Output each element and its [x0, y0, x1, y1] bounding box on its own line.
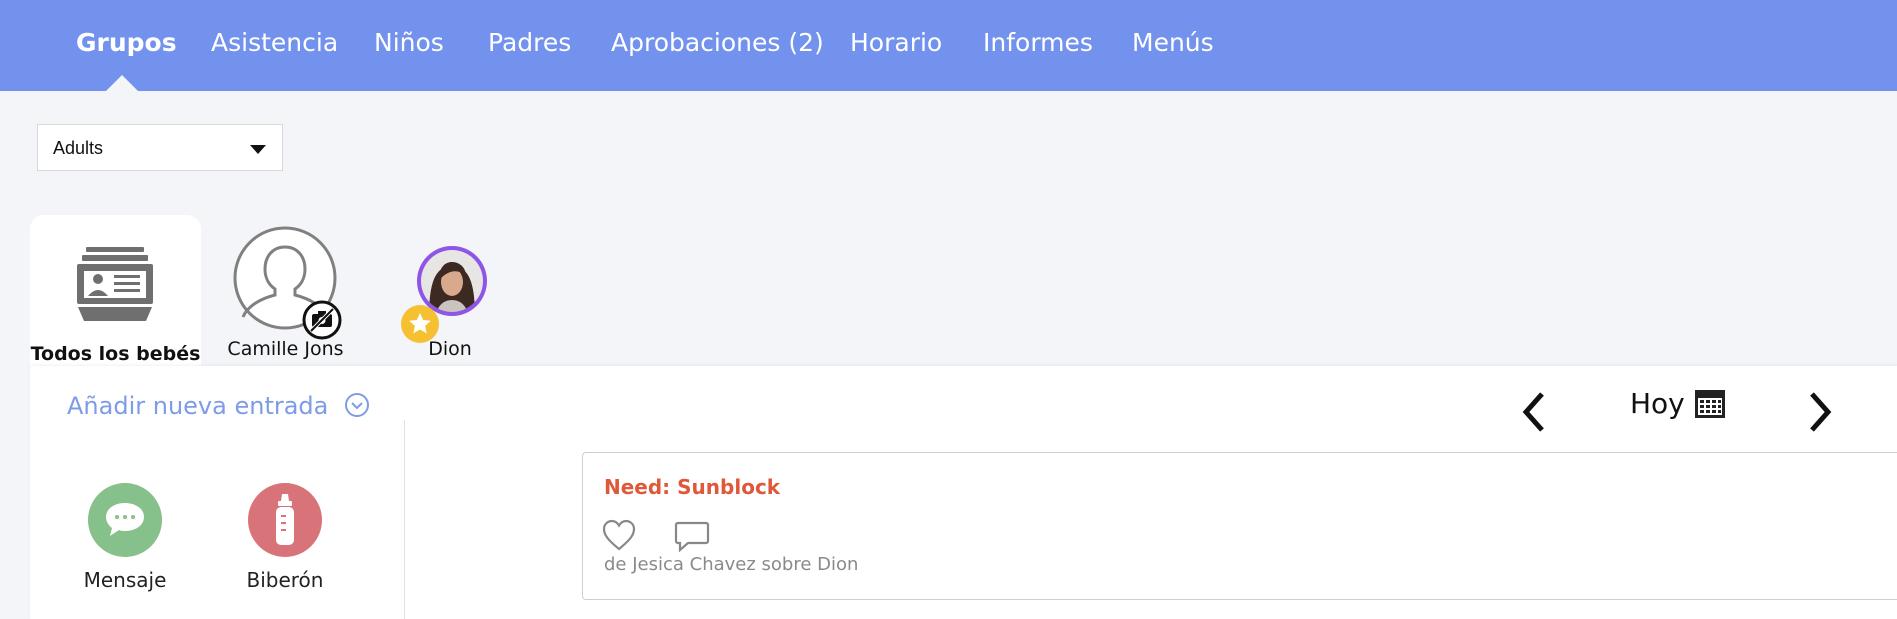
nav-tab-asistencia[interactable]: Asistencia [211, 28, 338, 57]
comment-bubble-icon[interactable] [674, 521, 710, 553]
nav-tab-horario[interactable]: Horario [850, 28, 942, 57]
calendar-icon[interactable] [1694, 389, 1726, 419]
add-new-entry-button[interactable]: Añadir nueva entrada [67, 392, 370, 420]
nav-tab-informes[interactable]: Informes [983, 28, 1093, 57]
child-camille[interactable]: Camille Jons [227, 224, 344, 364]
date-today-label[interactable]: Hoy [1630, 387, 1685, 420]
nav-tab-menus[interactable]: Menús [1132, 28, 1214, 57]
bottle-action-button[interactable] [248, 483, 322, 557]
group-select-value: Adults [53, 138, 104, 158]
previous-day-arrow-icon[interactable] [1518, 390, 1550, 434]
nav-tab-grupos[interactable]: Grupos [76, 28, 177, 57]
message-action-label: Mensaje [83, 568, 167, 592]
bottle-action-label: Biberón [246, 568, 324, 592]
panel-divider [404, 420, 405, 619]
entry-title: Need: Sunblock [604, 475, 781, 499]
nav-tab-padres[interactable]: Padres [488, 28, 571, 57]
active-tab-indicator [106, 75, 138, 91]
feed-entry-card[interactable]: Need: Sunblock de Jesica Chavez sobre Di… [582, 452, 1897, 600]
all-babies-icon [77, 247, 153, 321]
child-tab-all[interactable]: Todos los bebés [30, 215, 201, 375]
next-day-arrow-icon[interactable] [1804, 390, 1836, 434]
child-label-all: Todos los bebés [30, 343, 201, 365]
child-label-camille: Camille Jons [227, 338, 344, 360]
child-dion[interactable]: Dion [400, 244, 500, 364]
like-heart-icon[interactable] [602, 519, 636, 551]
message-action-button[interactable] [88, 483, 162, 557]
nav-tab-ninos[interactable]: Niños [374, 28, 444, 57]
circle-chevron-down-icon [345, 393, 370, 417]
baby-bottle-icon [276, 494, 294, 545]
entry-author-meta: de Jesica Chavez sobre Dion [604, 554, 859, 575]
chevron-down-icon [250, 145, 266, 154]
add-new-entry-label: Añadir nueva entrada [67, 392, 329, 420]
no-photo-icon [302, 300, 342, 340]
top-navigation-bar: Grupos Asistencia Niños Padres Aprobacio… [0, 0, 1897, 91]
child-label-dion: Dion [428, 338, 472, 360]
group-select[interactable]: Adults [37, 124, 283, 171]
chat-bubble-icon [106, 503, 144, 536]
nav-tab-aprobaciones[interactable]: Aprobaciones (2) [611, 28, 824, 57]
